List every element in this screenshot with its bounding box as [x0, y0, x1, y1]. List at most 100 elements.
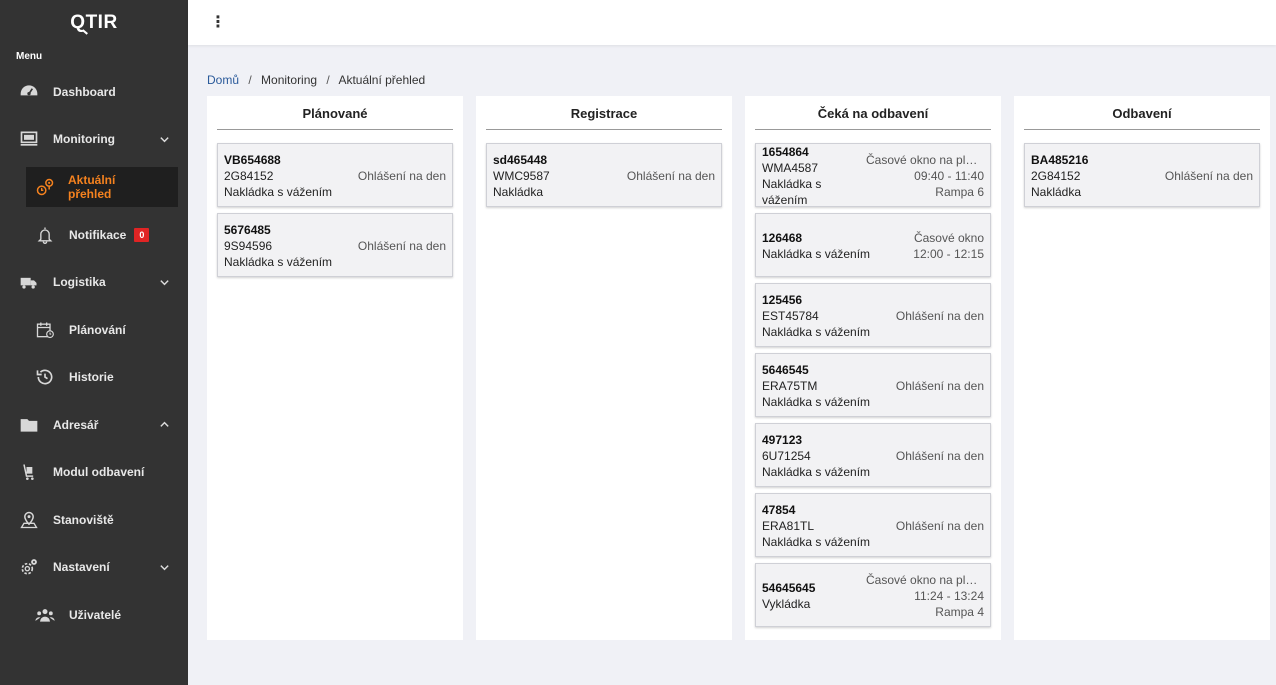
sidebar-item-notifikace[interactable]: Notifikace 0	[0, 211, 188, 259]
sidebar-item-label: Stanoviště	[53, 512, 114, 527]
card-right: Ohlášení na den	[896, 432, 984, 480]
card-type: Nakládka s vážením	[762, 177, 822, 207]
sidebar-item-label: Modul odbavení	[53, 465, 145, 480]
chevron-down-icon	[158, 276, 170, 288]
card-plate: WMC9587	[493, 169, 550, 183]
card-type: Nakládka s vážením	[762, 325, 871, 339]
sidebar-item-label: Logistika	[53, 275, 106, 290]
breadcrumb-separator: /	[248, 73, 252, 87]
order-card[interactable]: 54645645 Vykládka Časové okno na platnos…	[755, 563, 991, 627]
sidebar-item-label: Monitoring	[53, 132, 115, 147]
card-left: 54645645 Vykládka	[762, 572, 815, 620]
card-type: Nakládka s vážením	[224, 255, 333, 269]
card-right: Časové okno na platnost 11:24 - 13:24 Ra…	[866, 572, 984, 620]
card-type: Nakládka s vážením	[762, 247, 871, 261]
kebab-icon[interactable]: ⋮	[210, 14, 226, 31]
card-status: Ohlášení na den	[895, 309, 984, 323]
card-id: 125456	[762, 293, 803, 307]
dashboard-icon	[18, 81, 40, 103]
card-right: Ohlášení na den	[627, 152, 715, 200]
order-card[interactable]: 125456 EST45784 Nakládka s vážením Ohláš…	[755, 283, 991, 347]
calendar-icon	[34, 319, 56, 341]
chevron-down-icon	[158, 133, 170, 145]
sidebar-item-aktualni-prehled[interactable]: Aktuální přehled	[26, 167, 178, 207]
chevron-up-icon	[158, 419, 170, 431]
card-left: 126468 Nakládka s vážením	[762, 222, 870, 270]
sidebar-item-stanoviste[interactable]: Stanoviště	[0, 496, 188, 544]
sidebar-item-uzivatele[interactable]: Uživatelé	[0, 591, 188, 639]
card-left: 5676485 9S94596 Nakládka s vážením	[224, 222, 332, 270]
folder-icon	[18, 414, 40, 436]
history-icon	[34, 366, 56, 388]
users-icon	[34, 604, 56, 626]
order-card[interactable]: VB654688 2G84152 Nakládka s vážením Ohlá…	[217, 143, 453, 207]
sidebar-item-modul-odbaveni[interactable]: Modul odbavení	[0, 449, 188, 497]
card-time-window: 11:24 - 13:24	[914, 589, 984, 603]
card-status: Ohlášení na den	[895, 379, 984, 393]
breadcrumb-monitoring[interactable]: Monitoring	[261, 73, 317, 87]
breadcrumb-home-link[interactable]: Domů	[207, 73, 239, 87]
card-plate: WMA4587	[762, 161, 819, 175]
card-id: 1654864	[762, 145, 809, 159]
card-time-window: 12:00 - 12:15	[913, 247, 984, 261]
app-root: Q TIR Menu Dashboard Monitoring Aktuální …	[0, 0, 1276, 685]
card-plate: 9S94596	[224, 239, 273, 253]
card-id: 497123	[762, 433, 803, 447]
card-left: 125456 EST45784 Nakládka s vážením	[762, 292, 870, 340]
card-status: Ohlášení na den	[626, 169, 715, 183]
card-plate: 6U71254	[762, 449, 811, 463]
card-left: 1654864 WMA4587 Nakládka s vážením	[762, 145, 866, 207]
column-title: Registrace	[486, 106, 722, 130]
sidebar-item-label: Dashboard	[53, 84, 116, 99]
logo[interactable]: Q TIR	[0, 0, 188, 46]
order-card[interactable]: 5676485 9S94596 Nakládka s vážením Ohláš…	[217, 213, 453, 277]
card-type: Nakládka s vážením	[762, 535, 871, 549]
sidebar-item-historie[interactable]: Historie	[0, 354, 188, 402]
sidebar-item-dashboard[interactable]: Dashboard	[0, 68, 188, 116]
card-plate: EST45784	[762, 309, 819, 323]
sidebar: Q TIR Menu Dashboard Monitoring Aktuální …	[0, 0, 188, 685]
card-status: Ohlášení na den	[357, 169, 446, 183]
sidebar-item-nastaveni[interactable]: Nastavení	[0, 544, 188, 592]
card-status: Ohlášení na den	[895, 449, 984, 463]
kanban-board: Plánované VB654688 2G84152 Nakládka s vá…	[188, 96, 1276, 640]
card-ramp: Rampa 6	[935, 185, 984, 199]
order-card[interactable]: 126468 Nakládka s vážením Časové okno 12…	[755, 213, 991, 277]
card-id: 54645645	[762, 581, 816, 595]
order-card[interactable]: 5646545 ERA75TM Nakládka s vážením Ohláš…	[755, 353, 991, 417]
card-status: Ohlášení na den	[357, 239, 446, 253]
sidebar-item-adresar[interactable]: Adresář	[0, 401, 188, 449]
card-type: Nakládka s vážením	[224, 185, 333, 199]
card-left: 47854 ERA81TL Nakládka s vážením	[762, 502, 870, 550]
column-registrace: Registrace sd465448 WMC9587 Nakládka Ohl…	[476, 96, 732, 640]
breadcrumb: Domů / Monitoring / Aktuální přehled	[188, 45, 1276, 96]
card-id: 126468	[762, 231, 803, 245]
bell-icon	[34, 224, 56, 246]
card-id: VB654688	[224, 153, 281, 167]
card-id: sd465448	[493, 153, 548, 167]
card-type: Nakládka s vážením	[762, 395, 871, 409]
truck-icon	[18, 271, 40, 293]
sidebar-item-logistika[interactable]: Logistika	[0, 259, 188, 307]
card-plate: 2G84152	[224, 169, 274, 183]
order-card[interactable]: 47854 ERA81TL Nakládka s vážením Ohlášen…	[755, 493, 991, 557]
topbar: ⋮	[188, 0, 1276, 45]
card-left: VB654688 2G84152 Nakládka s vážením	[224, 152, 332, 200]
sidebar-item-label: Nastavení	[53, 560, 110, 575]
order-card[interactable]: 1654864 WMA4587 Nakládka s vážením Časov…	[755, 143, 991, 207]
sidebar-item-monitoring[interactable]: Monitoring	[0, 116, 188, 164]
card-right: Časové okno 12:00 - 12:15	[913, 222, 984, 270]
order-card[interactable]: 497123 6U71254 Nakládka s vážením Ohláše…	[755, 423, 991, 487]
sidebar-item-label: Historie	[69, 370, 114, 385]
sidebar-item-planovani[interactable]: Plánování	[0, 306, 188, 354]
card-type: Vykládka	[762, 597, 811, 611]
card-left: sd465448 WMC9587 Nakládka	[493, 152, 550, 200]
order-card[interactable]: BA485216 2G84152 Nakládka Ohlášení na de…	[1024, 143, 1260, 207]
column-title: Plánované	[217, 106, 453, 130]
card-time-window: 09:40 - 11:40	[914, 169, 984, 183]
card-left: 5646545 ERA75TM Nakládka s vážením	[762, 362, 870, 410]
main-content: ⋮ Domů / Monitoring / Aktuální přehled P…	[188, 0, 1276, 685]
card-status: Časové okno na platnost	[866, 573, 984, 587]
logo-q: Q	[70, 12, 86, 33]
order-card[interactable]: sd465448 WMC9587 Nakládka Ohlášení na de…	[486, 143, 722, 207]
